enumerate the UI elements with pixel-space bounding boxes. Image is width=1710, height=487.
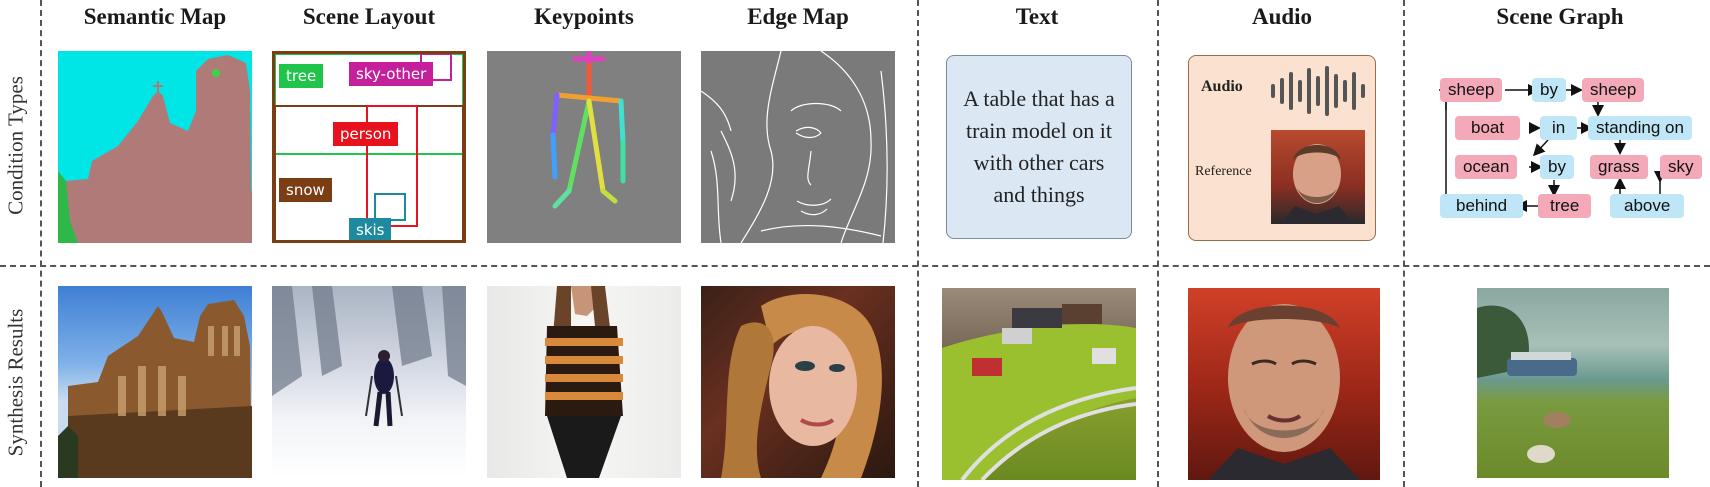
graph-node-sheep-1: sheep [1440,78,1503,102]
semantic-map-image [58,51,252,243]
graph-node-tree: tree [1538,194,1592,218]
row-label-results: Synthesis Results [3,308,28,457]
graph-node-standing-on: standing on [1588,116,1692,140]
row-label-conditions: Condition Types [3,76,28,215]
graph-node-by-2: by [1540,155,1574,179]
layout-tag-snow: snow [279,178,332,202]
graph-node-sky: sky [1660,155,1702,179]
title-edge-map: Edge Map [747,4,849,29]
semantic-small-green-dot [212,69,220,77]
text-condition-box: A table that has a train model on it wit… [946,55,1132,239]
title-scene-graph: Scene Graph [1496,4,1624,29]
graph-node-in: in [1540,116,1578,140]
graph-node-above: above [1610,194,1685,218]
graph-node-sheep-2: sheep [1582,78,1645,102]
column-separator-4 [1403,0,1405,487]
result-skier-image [272,286,466,478]
keypoints-image [487,51,681,243]
row-separator [0,265,1710,267]
edge-map-image [701,51,895,243]
result-train-model-image [942,288,1136,480]
scene-layout-image: tree sky-other person snow skis [272,51,466,243]
column-separator-2 [917,0,919,487]
graph-node-boat: boat [1455,116,1521,140]
result-man-face-image [1188,288,1380,480]
layout-tag-tree: tree [279,64,324,88]
column-separator-1 [40,0,42,487]
graph-node-by-1: by [1532,78,1566,102]
reference-face-image [1271,130,1365,224]
audio-waveform-icon [1271,66,1365,116]
title-keypoints: Keypoints [534,4,634,29]
title-semantic-map: Semantic Map [83,4,227,29]
column-separator-3 [1157,0,1159,487]
title-audio: Audio [1251,4,1313,29]
reference-label: Reference [1195,164,1252,179]
graph-node-grass: grass [1590,155,1648,179]
result-woman-sweater-image [487,286,681,478]
result-scene-graph-image [1477,288,1669,478]
title-text: Text [1015,4,1059,29]
semantic-building-base [58,191,252,243]
result-church-image [58,286,252,478]
audio-label: Audio [1201,78,1243,95]
layout-tag-skis: skis [349,218,392,240]
graph-node-ocean: ocean [1455,155,1518,179]
graph-node-behind: behind [1440,194,1524,218]
title-scene-layout: Scene Layout [302,4,436,29]
audio-condition-box: Audio Reference [1188,55,1376,241]
result-woman-portrait-image [701,286,895,478]
layout-tag-sky-other: sky-other [349,62,434,86]
layout-tag-person: person [333,122,399,146]
